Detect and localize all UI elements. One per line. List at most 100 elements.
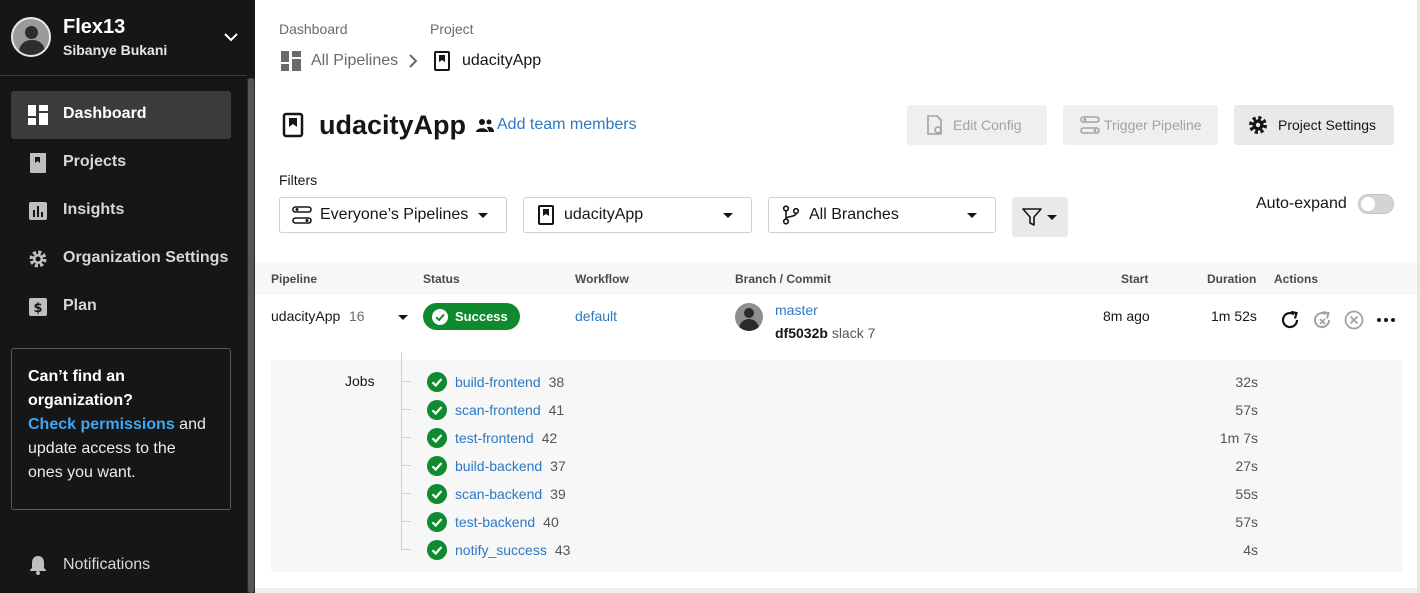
sidebar-item-label: Dashboard [63,105,147,122]
auto-expand-toggle[interactable] [1358,194,1394,214]
job-row[interactable]: build-frontend 38 32s [401,368,1401,396]
column-header-actions: Actions [1274,272,1319,286]
sidebar-item-insights[interactable]: Insights [11,187,231,235]
branch-link[interactable]: master [775,302,818,318]
edit-config-button[interactable]: Edit Config [907,105,1047,145]
commit-hash[interactable]: df5032b [775,325,828,341]
rerun-failed-icon[interactable] [1310,308,1334,332]
project-settings-button[interactable]: Project Settings [1234,105,1394,145]
job-duration: 55s [1235,486,1258,502]
job-name[interactable]: build-frontend 38 [455,374,564,390]
trigger-pipeline-label: Trigger Pipeline [1104,117,1202,133]
check-permissions-link[interactable]: Check permissions [28,416,175,433]
check-circle-icon [427,428,447,448]
job-row[interactable]: scan-frontend 41 57s [401,396,1401,424]
advanced-filter-button[interactable] [1012,197,1068,237]
pipelines-filter-select[interactable]: Everyone’s Pipelines [279,197,507,233]
job-row[interactable]: scan-backend 39 55s [401,480,1401,508]
breadcrumb-project-name: udacityApp [462,52,542,69]
avatar [735,303,763,331]
workflow-link[interactable]: default [575,308,617,324]
check-circle-icon [427,400,447,420]
filter-icon [1022,208,1042,226]
sidebar-item-dashboard[interactable]: Dashboard [11,91,231,139]
pipeline-name[interactable]: udacityApp [271,308,340,324]
dashboard-icon [28,105,48,125]
branch-filter-select[interactable]: All Branches [768,197,996,233]
check-circle-icon [432,309,448,325]
insights-icon [29,202,47,220]
status-label: Success [455,309,508,324]
add-team-members-label: Add team members [497,116,637,133]
column-header-branch-commit: Branch / Commit [735,272,832,286]
job-duration: 32s [1235,374,1258,390]
column-header-status: Status [423,272,460,286]
edit-config-label: Edit Config [953,117,1022,133]
trigger-pipeline-button[interactable]: Trigger Pipeline [1063,105,1218,145]
file-gear-icon [927,115,942,135]
jobs-panel: Jobs build-frontend 38 32s scan-frontend 4… [271,352,1402,572]
breadcrumb-project-label: Project [430,21,474,37]
caret-down-icon [967,213,977,218]
cancel-icon[interactable] [1342,308,1366,332]
job-name[interactable]: build-backend 37 [455,458,566,474]
rerun-icon[interactable] [1278,308,1302,332]
more-icon[interactable] [1374,308,1398,332]
start-time: 8m ago [1103,308,1150,324]
user-switcher[interactable]: Flex13 Sibanye Bukani [0,0,247,76]
breadcrumb-all-pipelines[interactable]: All Pipelines [279,50,409,72]
column-header-workflow: Workflow [575,272,629,286]
chevron-right-icon [409,54,418,68]
sidebar-item-projects[interactable]: Projects [11,139,231,187]
branch-filter-value: All Branches [809,206,899,223]
breadcrumb-all-pipelines-label: All Pipelines [311,52,399,69]
bell-icon [30,556,46,575]
job-row[interactable]: build-backend 37 27s [401,452,1401,480]
job-row[interactable]: test-frontend 42 1m 7s [401,424,1401,452]
help-text: Check permissions and update access to t… [28,413,214,485]
breadcrumb-project[interactable]: udacityApp [432,50,562,72]
sidebar-item-organization-settings[interactable]: Organization Settings [11,235,231,283]
job-name[interactable]: test-frontend 42 [455,430,557,446]
job-name[interactable]: test-backend 40 [455,514,559,530]
sidebar-item-plan[interactable]: $ Plan [11,283,231,331]
main-content: Dashboard Project All Pipelines udacityA… [255,0,1420,593]
pipeline-icon [1080,116,1100,134]
job-name[interactable]: scan-frontend 41 [455,402,564,418]
job-row[interactable]: test-backend 40 57s [401,508,1401,536]
projects-icon [30,153,46,173]
caret-down-icon [478,213,488,218]
gear-icon [1249,116,1267,134]
help-title: Can’t find an organization? [28,368,133,409]
project-filter-select[interactable]: udacityApp [523,197,752,233]
status-badge[interactable]: Success [423,303,520,330]
sidebar-item-label: Plan [63,297,97,314]
page-title: udacityApp [319,110,467,140]
expand-caret-icon[interactable] [398,315,408,320]
job-row[interactable]: notify_success 43 4s [401,536,1401,564]
job-duration: 57s [1235,514,1258,530]
job-name[interactable]: scan-backend 39 [455,486,566,502]
team-icon [476,119,494,132]
job-duration: 57s [1235,402,1258,418]
auto-expand-label: Auto-expand [1256,195,1347,212]
project-filter-value: udacityApp [564,206,644,223]
duration: 1m 52s [1211,308,1257,324]
sidebar-scrollbar[interactable] [247,78,255,593]
pipeline-number: 16 [349,308,365,324]
gear-icon [29,250,47,268]
commit-message: slack 7 [831,325,876,341]
column-header-pipeline: Pipeline [271,272,318,286]
help-box: Can’t find an organization? Check permis… [11,348,231,510]
commit-info: df5032b slack 7 [775,325,875,341]
sidebar-item-label: Insights [63,201,125,218]
check-circle-icon [427,540,447,560]
check-circle-icon [427,484,447,504]
job-name[interactable]: notify_success 43 [455,542,570,558]
pipelines-filter-value: Everyone’s Pipelines [320,206,469,223]
table-row: udacityApp 16 Success default master df5… [255,295,1417,593]
chevron-down-icon[interactable] [222,28,240,46]
breadcrumb-dashboard-label: Dashboard [279,21,348,37]
project-settings-label: Project Settings [1278,117,1377,133]
column-header-start: Start [1121,272,1149,286]
